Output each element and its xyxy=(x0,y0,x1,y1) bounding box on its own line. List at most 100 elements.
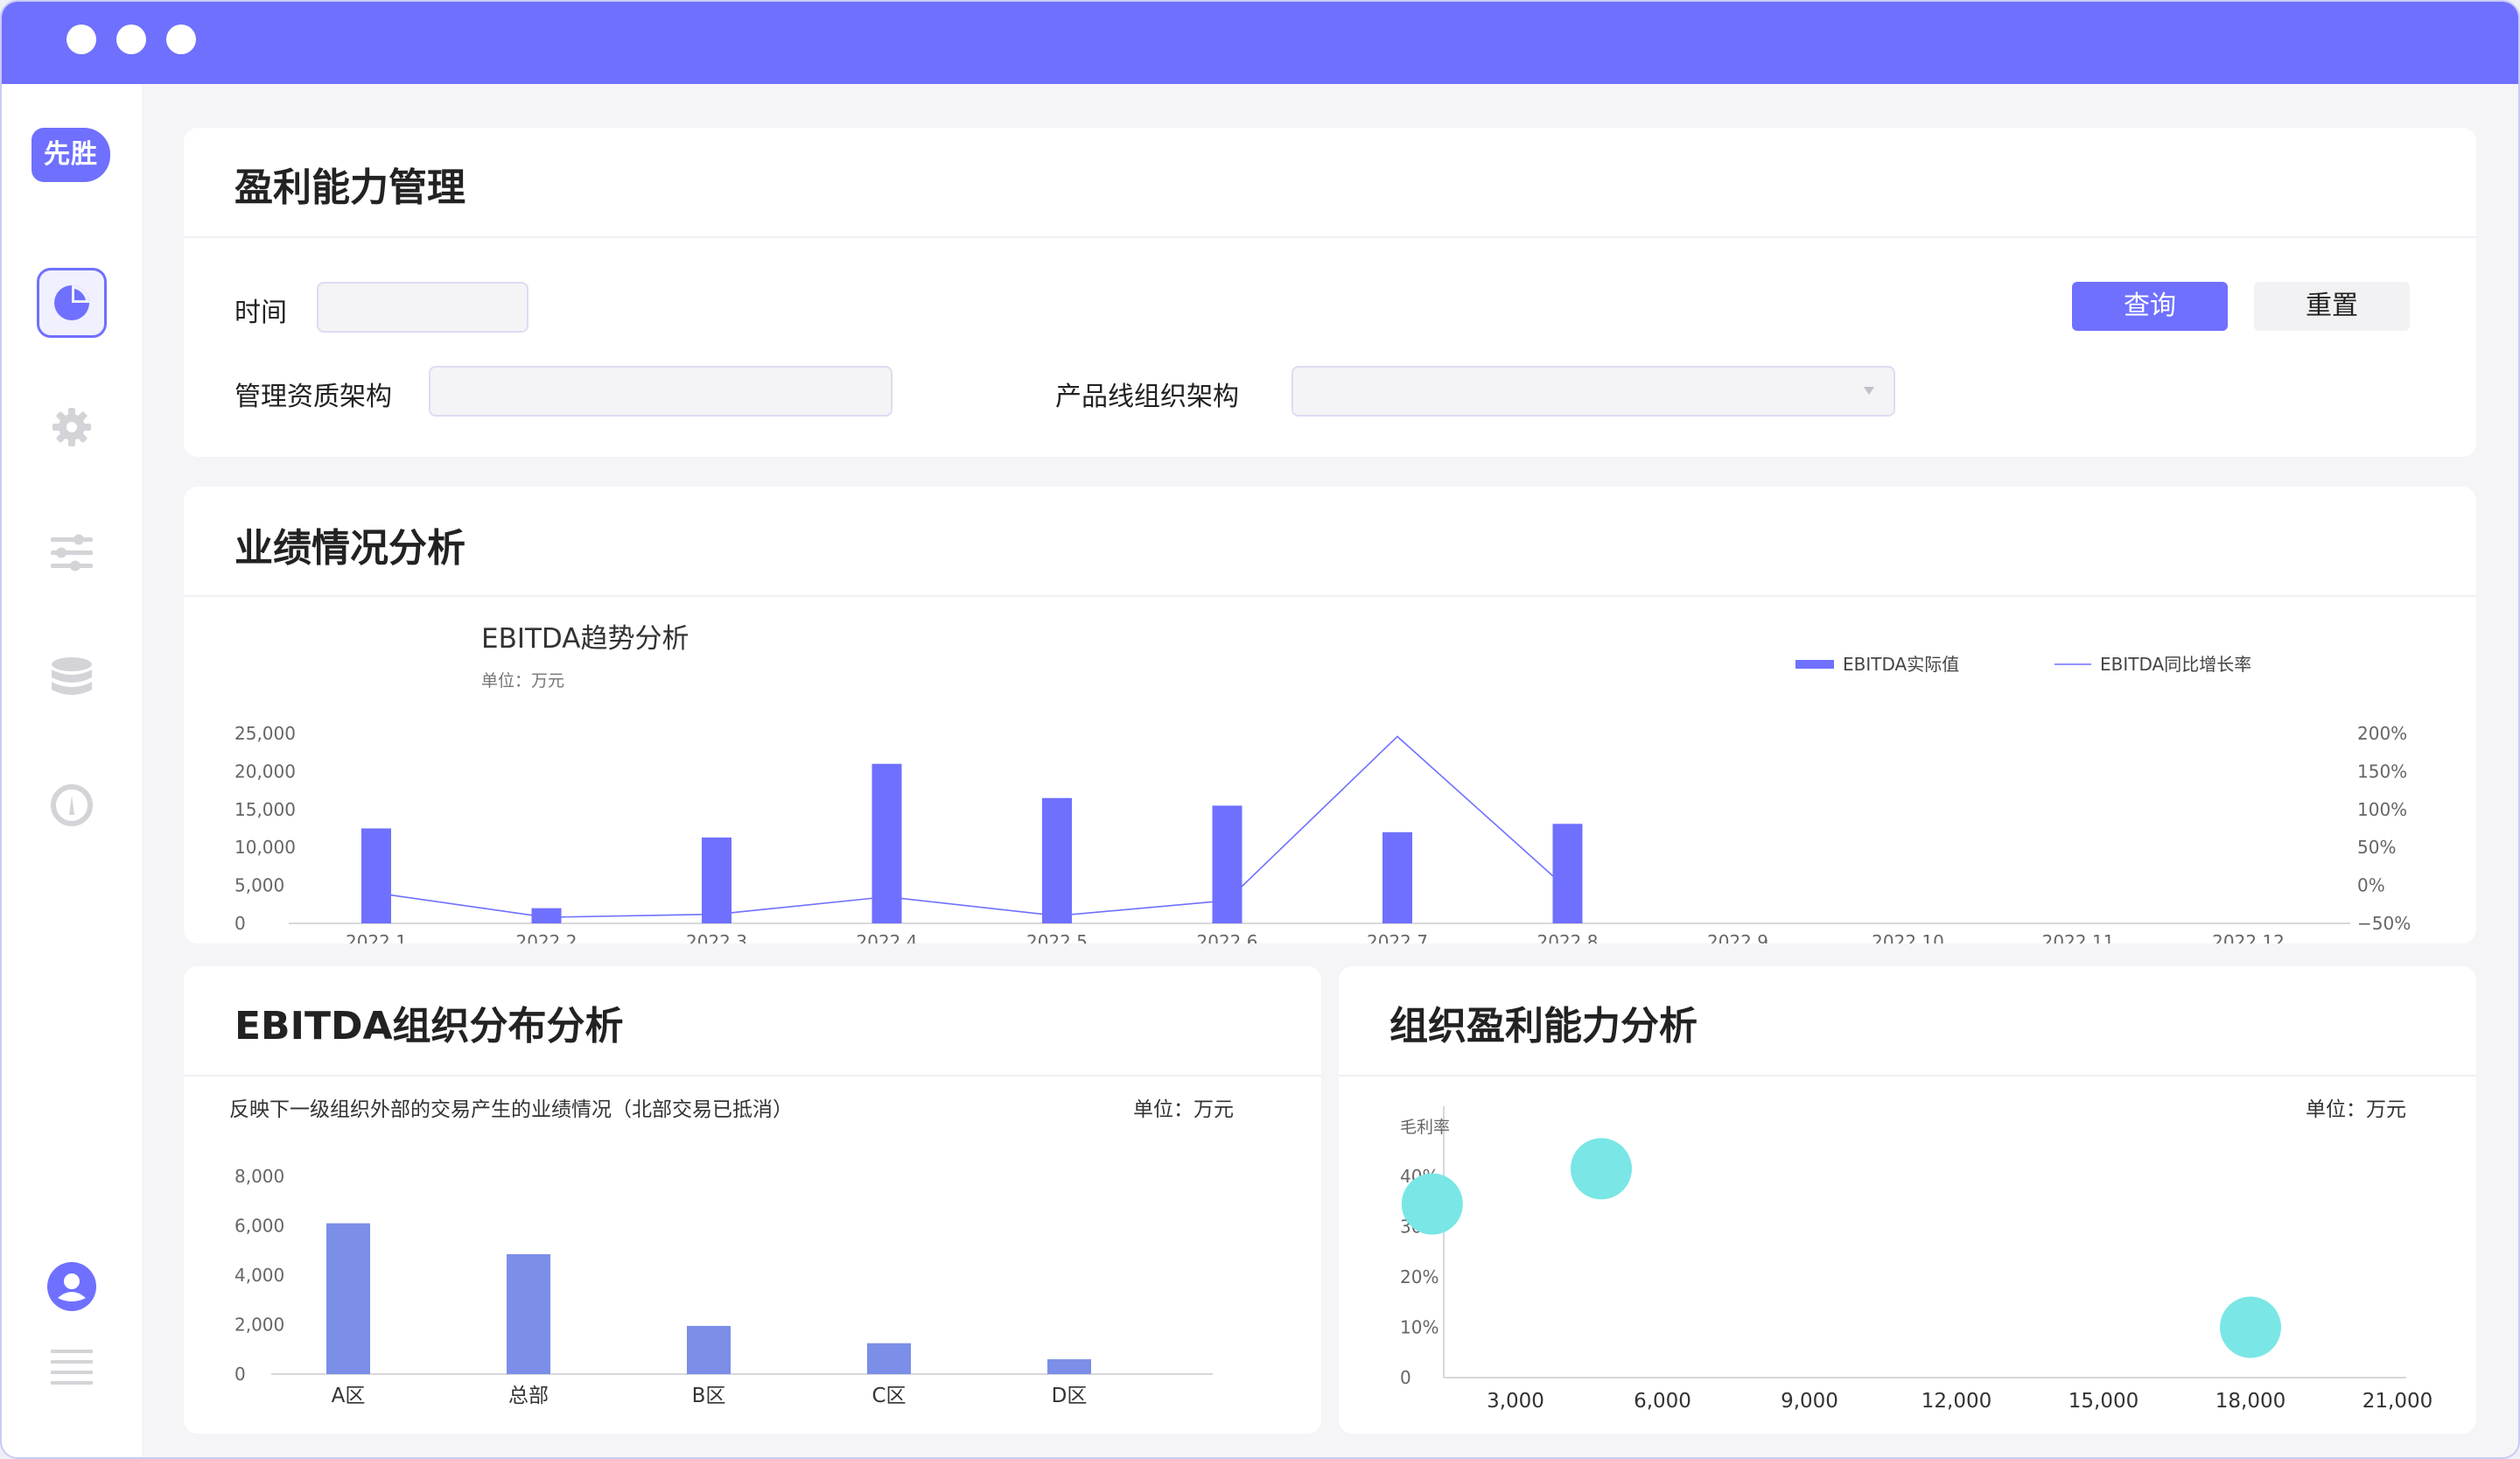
scatter-x-tick: 21,000 xyxy=(2362,1390,2432,1413)
org-profit-card: 组织盈利能力分析 单位：万元 毛利率40%30%20%10%03,0006,00… xyxy=(1339,966,2476,1434)
trend-y2-tick: −50% xyxy=(2357,913,2411,934)
scatter-x-tick: 9,000 xyxy=(1781,1390,1838,1413)
dist-x-tick: B区 xyxy=(692,1385,726,1407)
scatter-point[interactable] xyxy=(1401,1173,1463,1235)
sidebar-item-menu[interactable] xyxy=(37,1332,107,1402)
sidebar-item-profile[interactable] xyxy=(37,1252,107,1322)
dist-bar[interactable] xyxy=(867,1343,911,1374)
trend-y-tick: 10,000 xyxy=(234,837,296,858)
query-button[interactable]: 查询 xyxy=(2072,282,2228,331)
sidebar-item-dashboard[interactable] xyxy=(37,268,107,338)
legend-bar-swatch xyxy=(1796,660,1834,669)
trend-bar[interactable] xyxy=(1382,831,1412,923)
trend-y-tick: 20,000 xyxy=(234,761,296,782)
app-logo: 先胜 xyxy=(32,128,110,182)
mgmt-structure-input[interactable] xyxy=(429,366,892,417)
gear-icon xyxy=(52,408,91,446)
trend-y2-tick: 100% xyxy=(2357,799,2407,820)
card-divider xyxy=(184,236,2476,238)
user-icon xyxy=(47,1262,96,1311)
scatter-y-label: 毛利率 xyxy=(1400,1118,1450,1137)
legend-bar-label: EBITDA实际值 xyxy=(1843,654,1959,675)
sidebar-item-settings[interactable] xyxy=(37,392,107,462)
dist-y-tick: 6,000 xyxy=(234,1216,284,1237)
reset-button[interactable]: 重置 xyxy=(2254,282,2410,331)
trend-bar[interactable] xyxy=(1552,824,1583,923)
scatter-x-tick: 12,000 xyxy=(1922,1390,1992,1413)
dist-y-tick: 2,000 xyxy=(234,1315,284,1336)
sidebar-item-monitor[interactable] xyxy=(37,770,107,840)
trend-y2-tick: 50% xyxy=(2357,837,2396,858)
performance-title: 业绩情况分析 xyxy=(234,526,466,571)
pie-chart-icon xyxy=(54,285,89,320)
scatter-x-tick: 6,000 xyxy=(1634,1390,1691,1413)
trend-bar[interactable] xyxy=(1042,797,1072,923)
scatter-point[interactable] xyxy=(2220,1296,2281,1358)
time-label: 时间 xyxy=(234,298,287,328)
trend-y-tick: 15,000 xyxy=(234,799,296,820)
gauge-icon xyxy=(51,784,93,826)
dist-bar[interactable] xyxy=(1047,1359,1091,1374)
sidebar-item-filters[interactable] xyxy=(37,518,107,588)
trend-y2-tick: 0% xyxy=(2357,875,2385,896)
dist-bar[interactable] xyxy=(507,1253,550,1374)
trend-x-tick: 2022.4 xyxy=(857,931,918,943)
trend-bar[interactable] xyxy=(361,828,391,924)
ebitda-trend-chart: EBITDA趋势分析 单位：万元 EBITDA实际值 EBITDA同比增长率 25… xyxy=(234,623,2411,943)
main-content: 盈利能力管理 时间 查询 重置 管理资质架构 产品线组织架构 业绩情况分析 EB… xyxy=(142,84,2518,1457)
app-window: 先胜 盈利能力管理 时间 查询 重置 管理资质架构 产品线组织架构 业绩情况分析… xyxy=(0,0,2520,1459)
window-maximize-dot[interactable] xyxy=(166,25,196,54)
performance-card: 业绩情况分析 EBITDA趋势分析 单位：万元 EBITDA实际值 EBITDA同… xyxy=(184,487,2476,943)
product-structure-label: 产品线组织架构 xyxy=(1055,382,1239,412)
trend-x-tick: 2022.6 xyxy=(1197,931,1258,943)
trend-y2-tick: 200% xyxy=(2357,723,2407,744)
org-distribution-card: EBITDA组织分布分析 反映下一级组织外部的交易产生的业绩情况（北部交易已抵消… xyxy=(184,966,1321,1434)
trend-x-tick: 2022.3 xyxy=(686,931,747,943)
scatter-x-tick: 18,000 xyxy=(2216,1390,2286,1413)
trend-bar[interactable] xyxy=(702,837,732,923)
trend-x-tick: 2022.5 xyxy=(1026,931,1088,943)
dist-bar[interactable] xyxy=(326,1223,370,1374)
trend-x-tick: 2022.12 xyxy=(2212,931,2285,943)
trend-chart-title: EBITDA趋势分析 xyxy=(481,623,689,655)
org-distribution-chart: 8,000 6,000 4,000 2,000 0 A区 总部 B区 C区 D区 xyxy=(234,1166,1213,1407)
menu-icon xyxy=(51,1350,93,1385)
window-close-dot[interactable] xyxy=(66,25,96,54)
trend-y-tick: 25,000 xyxy=(234,723,296,744)
trend-x-tick: 2022.2 xyxy=(516,931,578,943)
trend-x-tick: 2022.8 xyxy=(1537,931,1599,943)
title-bar xyxy=(2,2,2518,84)
legend-line-label: EBITDA同比增长率 xyxy=(2100,654,2251,675)
scatter-y-tick: 0 xyxy=(1400,1367,1411,1388)
trend-x-tick: 2022.10 xyxy=(1872,931,1944,943)
trend-y-tick: 5,000 xyxy=(234,875,284,896)
dist-x-tick: D区 xyxy=(1052,1385,1088,1407)
scatter-x-tick: 15,000 xyxy=(2068,1390,2138,1413)
trend-y2-tick: 150% xyxy=(2357,761,2407,782)
trend-x-tick: 2022.9 xyxy=(1707,931,1768,943)
database-icon xyxy=(52,657,92,695)
trend-chart-unit: 单位：万元 xyxy=(481,671,564,691)
trend-bar[interactable] xyxy=(1212,805,1242,923)
trend-y-tick: 0 xyxy=(234,913,246,934)
scatter-point[interactable] xyxy=(1571,1138,1632,1200)
scatter-y-tick: 10% xyxy=(1400,1317,1438,1338)
scatter-y-tick: 20% xyxy=(1400,1266,1438,1287)
sliders-icon xyxy=(51,534,93,572)
time-input[interactable] xyxy=(317,282,528,333)
dist-bar[interactable] xyxy=(687,1325,731,1374)
product-structure-select[interactable] xyxy=(1292,366,1895,417)
trend-x-tick: 2022.11 xyxy=(2042,931,2115,943)
org-profit-scatter-chart: 毛利率40%30%20%10%03,0006,0009,00012,00015,… xyxy=(1400,1106,2432,1413)
page-title: 盈利能力管理 xyxy=(234,165,466,210)
dist-x-tick: C区 xyxy=(872,1385,906,1407)
dist-y-tick: 4,000 xyxy=(234,1265,284,1286)
dist-y-tick: 8,000 xyxy=(234,1166,284,1187)
dist-x-tick: A区 xyxy=(332,1385,366,1407)
window-minimize-dot[interactable] xyxy=(116,25,146,54)
sidebar-item-data[interactable] xyxy=(37,644,107,714)
caret-down-icon xyxy=(1864,387,1874,395)
trend-x-tick: 2022.7 xyxy=(1367,931,1428,943)
sidebar: 先胜 xyxy=(2,84,142,1457)
trend-bar[interactable] xyxy=(872,763,902,923)
